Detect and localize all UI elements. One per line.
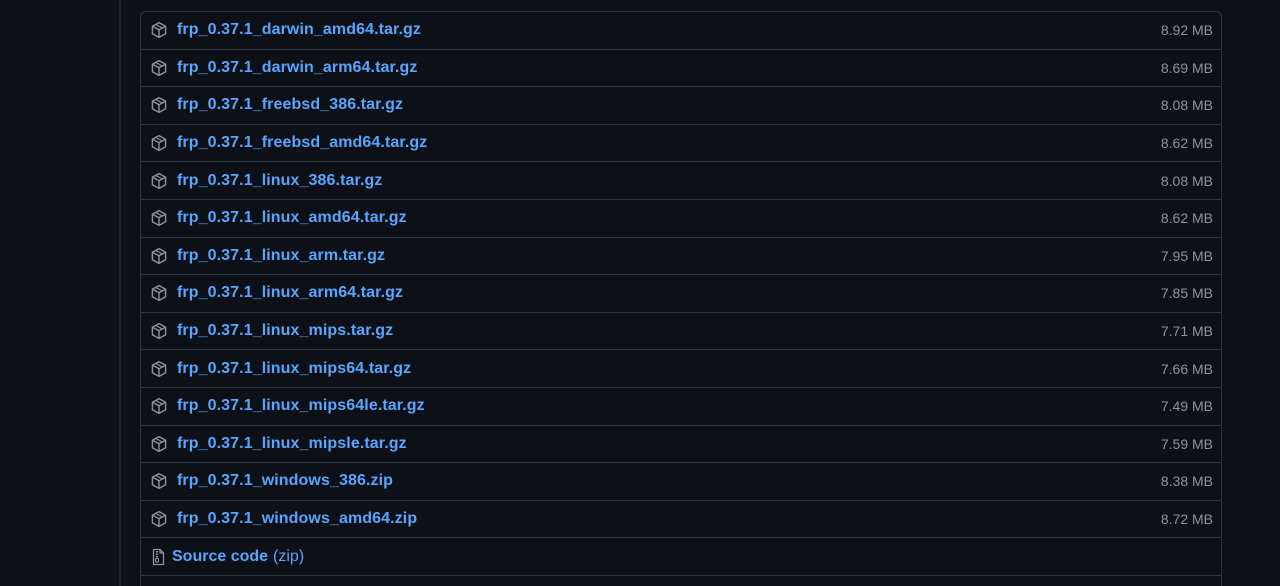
asset-row[interactable]: frp_0.37.1_windows_amd64.zip 8.72 MB: [141, 501, 1221, 539]
package-icon: [150, 435, 168, 453]
asset-size: 8.38 MB: [1160, 473, 1213, 490]
asset-download-link[interactable]: frp_0.37.1_freebsd_386.tar.gz: [177, 96, 403, 114]
asset-row[interactable]: frp_0.37.1_linux_mips64.tar.gz 7.66 MB: [141, 350, 1221, 388]
timeline-divider: [119, 0, 121, 586]
asset-row[interactable]: frp_0.37.1_freebsd_amd64.tar.gz 8.62 MB: [141, 125, 1221, 163]
asset-name-group: frp_0.37.1_linux_mips.tar.gz: [150, 322, 393, 340]
asset-size: 7.66 MB: [1160, 360, 1213, 377]
asset-download-link[interactable]: frp_0.37.1_linux_386.tar.gz: [177, 172, 382, 190]
asset-download-link[interactable]: frp_0.37.1_linux_mips.tar.gz: [177, 322, 393, 340]
asset-size: 8.08 MB: [1160, 97, 1213, 114]
asset-rows: frp_0.37.1_darwin_amd64.tar.gz 8.92 MB frp…: [141, 12, 1221, 539]
package-icon: [150, 472, 168, 490]
asset-download-link[interactable]: frp_0.37.1_darwin_arm64.tar.gz: [177, 59, 417, 77]
asset-name-group: frp_0.37.1_darwin_amd64.tar.gz: [150, 21, 421, 39]
asset-name-group: frp_0.37.1_linux_mips64le.tar.gz: [150, 397, 425, 415]
package-icon: [150, 59, 168, 77]
package-icon: [150, 322, 168, 340]
asset-name-group: frp_0.37.1_windows_amd64.zip: [150, 510, 417, 528]
asset-size: 7.71 MB: [1160, 323, 1213, 340]
asset-name-group: frp_0.37.1_windows_386.zip: [150, 472, 393, 490]
package-icon: [150, 284, 168, 302]
release-assets-page: frp_0.37.1_darwin_amd64.tar.gz 8.92 MB frp…: [0, 0, 1280, 586]
package-icon: [150, 172, 168, 190]
asset-size: 8.69 MB: [1160, 59, 1213, 76]
asset-row[interactable]: frp_0.37.1_linux_mipsle.tar.gz 7.59 MB: [141, 426, 1221, 464]
asset-download-link[interactable]: frp_0.37.1_freebsd_amd64.tar.gz: [177, 134, 427, 152]
asset-download-link[interactable]: frp_0.37.1_linux_arm.tar.gz: [177, 247, 385, 265]
asset-download-link[interactable]: frp_0.37.1_linux_arm64.tar.gz: [177, 284, 403, 302]
asset-name-group: frp_0.37.1_linux_mipsle.tar.gz: [150, 435, 407, 453]
asset-size: 8.62 MB: [1160, 210, 1213, 227]
asset-name-group: frp_0.37.1_freebsd_386.tar.gz: [150, 96, 403, 114]
asset-download-link[interactable]: frp_0.37.1_linux_mips64.tar.gz: [177, 360, 411, 378]
asset-name-group: frp_0.37.1_freebsd_amd64.tar.gz: [150, 134, 427, 152]
asset-size: 8.62 MB: [1160, 135, 1213, 152]
release-assets-list: frp_0.37.1_darwin_amd64.tar.gz 8.92 MB frp…: [140, 11, 1222, 586]
package-icon: [150, 134, 168, 152]
asset-row[interactable]: frp_0.37.1_linux_mips64le.tar.gz 7.49 MB: [141, 388, 1221, 426]
asset-row[interactable]: frp_0.37.1_freebsd_386.tar.gz 8.08 MB: [141, 87, 1221, 125]
package-icon: [150, 96, 168, 114]
asset-row[interactable]: frp_0.37.1_linux_mips.tar.gz 7.71 MB: [141, 313, 1221, 351]
asset-download-link[interactable]: frp_0.37.1_linux_mips64le.tar.gz: [177, 397, 425, 415]
asset-size: 8.72 MB: [1160, 511, 1213, 528]
asset-row[interactable]: frp_0.37.1_linux_arm.tar.gz 7.95 MB: [141, 238, 1221, 276]
asset-row[interactable]: frp_0.37.1_linux_arm64.tar.gz 7.85 MB: [141, 275, 1221, 313]
file-zip-icon: [150, 548, 166, 566]
asset-download-link[interactable]: frp_0.37.1_darwin_amd64.tar.gz: [177, 21, 421, 39]
asset-size: 7.49 MB: [1160, 398, 1213, 415]
asset-download-link[interactable]: frp_0.37.1_linux_mipsle.tar.gz: [177, 435, 407, 453]
package-icon: [150, 510, 168, 528]
asset-size: 7.95 MB: [1160, 247, 1213, 264]
asset-row[interactable]: frp_0.37.1_windows_386.zip 8.38 MB: [141, 463, 1221, 501]
asset-download-link[interactable]: frp_0.37.1_windows_386.zip: [177, 472, 393, 490]
asset-download-link[interactable]: frp_0.37.1_windows_amd64.zip: [177, 510, 417, 528]
asset-name-group: frp_0.37.1_linux_386.tar.gz: [150, 172, 382, 190]
asset-size: 7.59 MB: [1160, 435, 1213, 452]
source-code-link[interactable]: Source code: [172, 548, 268, 566]
asset-name-group: frp_0.37.1_linux_arm.tar.gz: [150, 247, 385, 265]
asset-download-link[interactable]: frp_0.37.1_linux_amd64.tar.gz: [177, 209, 407, 227]
asset-size: 8.08 MB: [1160, 172, 1213, 189]
source-code-format[interactable]: (zip): [273, 548, 304, 566]
asset-name-group: frp_0.37.1_linux_mips64.tar.gz: [150, 360, 411, 378]
asset-size: 7.85 MB: [1160, 285, 1213, 302]
asset-size: 8.92 MB: [1160, 22, 1213, 39]
asset-name-group: frp_0.37.1_darwin_arm64.tar.gz: [150, 59, 417, 77]
asset-row[interactable]: frp_0.37.1_darwin_amd64.tar.gz 8.92 MB: [141, 12, 1221, 50]
package-icon: [150, 397, 168, 415]
package-icon: [150, 209, 168, 227]
package-icon: [150, 247, 168, 265]
asset-name-group: frp_0.37.1_linux_amd64.tar.gz: [150, 209, 407, 227]
asset-row[interactable]: frp_0.37.1_darwin_arm64.tar.gz 8.69 MB: [141, 50, 1221, 88]
asset-row[interactable]: frp_0.37.1_linux_amd64.tar.gz 8.62 MB: [141, 200, 1221, 238]
asset-row[interactable]: frp_0.37.1_linux_386.tar.gz 8.08 MB: [141, 162, 1221, 200]
package-icon: [150, 360, 168, 378]
source-code-zip-row[interactable]: Source code (zip): [141, 538, 1221, 576]
package-icon: [150, 21, 168, 39]
asset-name-group: frp_0.37.1_linux_arm64.tar.gz: [150, 284, 403, 302]
